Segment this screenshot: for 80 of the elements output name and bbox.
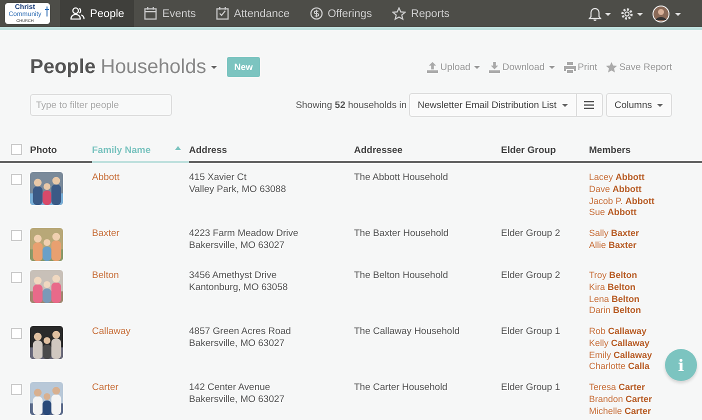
column-header[interactable]: Photo — [30, 145, 92, 163]
member-link[interactable]: Teresa Carter — [589, 382, 646, 394]
settings-menu[interactable] — [620, 6, 644, 20]
checkbox-icon — [216, 7, 229, 20]
coin-icon — [310, 7, 323, 20]
elder-group-cell-text: Elder Group 2 — [501, 228, 562, 240]
upload-icon — [427, 62, 438, 72]
address-line: 415 Xavier Ct — [189, 172, 248, 184]
member-link[interactable]: Sally Baxter — [589, 228, 640, 240]
action-link[interactable]: Print — [564, 62, 598, 72]
view-dropdown[interactable]: Households — [96, 56, 218, 78]
sort-ascending-icon — [175, 146, 181, 150]
address-line: 142 Center Avenue — [189, 382, 272, 394]
column-header[interactable]: Addressee — [354, 145, 501, 163]
account-menu[interactable] — [652, 4, 682, 22]
calendar-icon — [144, 7, 158, 20]
action-link[interactable]: Upload — [427, 62, 480, 72]
member-link[interactable]: Darin Belton — [589, 305, 642, 317]
filter-field[interactable]: Type to filter people — [30, 94, 172, 116]
member-link[interactable]: Brandon Carter — [589, 394, 652, 406]
member-link[interactable]: Rob Callaway — [589, 326, 647, 338]
notifications-menu[interactable] — [588, 6, 612, 20]
addressee-cell-text: The Abbott Household — [354, 172, 450, 184]
address-line: Bakersville, MO 63027 — [189, 338, 286, 350]
row-checkbox[interactable] — [11, 384, 22, 395]
address-line: Kantonburg, MO 63058 — [189, 282, 289, 294]
addressee-cell-text: The Callaway Household — [354, 326, 461, 338]
row-checkbox[interactable] — [11, 272, 22, 283]
member-link[interactable]: Sue Abbott — [589, 207, 637, 219]
page-title: People — [30, 56, 96, 78]
nav-tab[interactable]: Events — [134, 0, 206, 27]
columns-button[interactable]: Columns — [606, 93, 672, 117]
nav-tab[interactable]: People — [60, 0, 134, 27]
action-link[interactable]: Download — [489, 62, 555, 72]
column-header[interactable]: Members — [589, 145, 702, 163]
member-link[interactable]: Michelle Carter — [589, 406, 652, 418]
column-header[interactable]: Address — [189, 145, 354, 163]
member-link[interactable]: Troy Belton — [589, 270, 638, 282]
family-name-link[interactable]: Abbott — [92, 172, 189, 184]
printer-icon — [564, 62, 576, 72]
addressee-cell-text: The Belton Household — [354, 270, 450, 282]
member-link[interactable]: Lena Belton — [589, 294, 640, 306]
member-link[interactable]: Kelly Callaway — [589, 338, 650, 350]
row-checkbox[interactable] — [11, 230, 22, 241]
address-line: Bakersville, MO 63027 — [189, 240, 286, 252]
member-link[interactable]: Allie Baxter — [589, 240, 637, 252]
nav-tab[interactable]: Offerings — [300, 0, 382, 27]
elder-group-cell-text: Elder Group 1 — [501, 326, 562, 338]
address-line: 4223 Farm Meadow Drive — [189, 228, 300, 240]
member-link[interactable]: Dave Abbott — [589, 184, 642, 196]
address-line: Valley Park, MO 63088 — [189, 184, 287, 196]
nav-tab[interactable]: Reports — [382, 0, 460, 27]
star-icon — [606, 62, 618, 72]
address-line: 3456 Amethyst Drive — [189, 270, 278, 282]
row-checkbox[interactable] — [11, 328, 22, 339]
addressee-cell-text: The Carter Household — [354, 382, 448, 394]
address-line: Bakersville, MO 63027 — [189, 394, 286, 406]
elder-group-cell-text: Elder Group 1 — [501, 382, 562, 394]
member-link[interactable]: Jacob P. Abbott — [589, 196, 654, 208]
results-summary: Showing 52 households in — [296, 100, 407, 110]
nav-tab[interactable]: Attendance — [206, 0, 300, 27]
select-all-checkbox[interactable] — [11, 144, 22, 155]
address-line: 4857 Green Acres Road — [189, 326, 292, 338]
people-icon — [70, 7, 85, 20]
member-link[interactable]: Lacey Abbott — [589, 172, 645, 184]
family-name-link[interactable]: Callaway — [92, 326, 189, 338]
family-name-link[interactable]: Carter — [92, 382, 189, 394]
member-link[interactable]: Emily Callaway — [589, 350, 652, 362]
star-icon — [392, 6, 406, 20]
action-link[interactable]: Save Report — [606, 62, 672, 72]
column-header[interactable]: Elder Group — [501, 145, 589, 163]
member-link[interactable]: Kira Belton — [589, 282, 636, 294]
elder-group-cell-text: Elder Group 2 — [501, 270, 562, 282]
menu-icon — [584, 101, 594, 109]
family-name-link[interactable]: Baxter — [92, 228, 189, 240]
row-checkbox[interactable] — [11, 174, 22, 185]
family-name-link[interactable]: Belton — [92, 270, 189, 282]
member-link[interactable]: Charlotte Calla — [589, 361, 650, 373]
addressee-cell-text: The Baxter Household — [354, 228, 450, 240]
download-icon — [489, 62, 500, 72]
